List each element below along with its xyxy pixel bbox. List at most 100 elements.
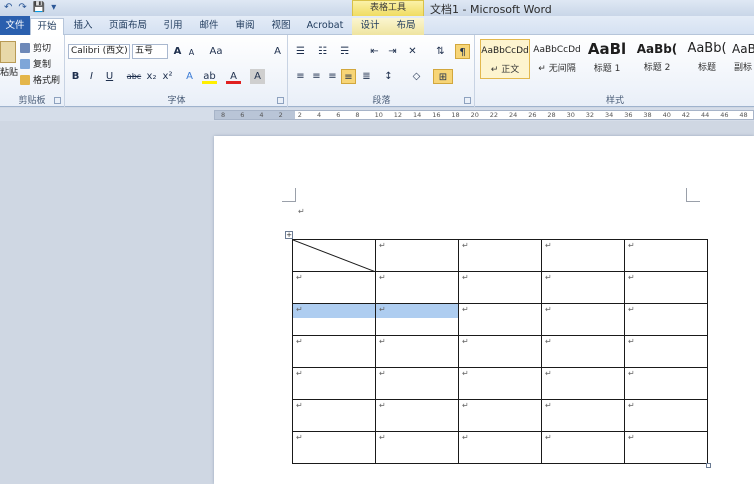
show-marks-icon[interactable]: ¶ xyxy=(455,44,470,59)
table-cell[interactable]: ↵ xyxy=(541,335,625,368)
table-cell[interactable]: ↵ xyxy=(375,367,459,400)
tab-mailings[interactable]: 邮件 xyxy=(192,18,226,35)
undo-icon[interactable]: ↶ xyxy=(4,2,12,13)
table-cell[interactable]: ↵ xyxy=(458,239,542,272)
table-cell[interactable]: ↵ xyxy=(541,431,625,464)
highlight-button[interactable]: ab xyxy=(202,69,217,84)
table-move-handle-icon[interactable]: + xyxy=(285,231,293,239)
multilevel-list-icon[interactable]: ☴ xyxy=(337,44,352,59)
table-cell[interactable]: ↵ xyxy=(375,303,459,336)
tab-table-design[interactable]: 设计 xyxy=(352,18,388,35)
table-cell[interactable]: ↵ xyxy=(624,239,708,272)
align-right-icon[interactable]: ≡ xyxy=(325,69,340,84)
align-left-icon[interactable]: ≡ xyxy=(293,69,308,84)
shrink-font-button[interactable]: A xyxy=(184,45,199,60)
table-cell[interactable]: ↵ xyxy=(541,303,625,336)
underline-button[interactable]: U xyxy=(102,69,117,84)
dialog-launcher-icon[interactable] xyxy=(277,97,284,104)
decrease-indent-icon[interactable]: ⇤ xyxy=(367,44,382,59)
table-cell[interactable]: ↵ xyxy=(624,271,708,304)
paste-button[interactable]: 粘贴 xyxy=(0,65,18,78)
table-cell[interactable]: ↵ xyxy=(458,335,542,368)
tab-table-layout[interactable]: 布局 xyxy=(388,18,424,35)
horizontal-ruler[interactable]: 8 6 4 2 2 4 6 8 10 12 14 16 18 20 22 24 26 28 30 32 34 36 38 40… xyxy=(214,110,754,120)
qat-more-icon[interactable]: ▾ xyxy=(51,2,56,13)
format-painter-button[interactable]: 格式刷 xyxy=(20,73,60,86)
tab-home[interactable]: 开始 xyxy=(30,18,64,35)
table-cell[interactable]: ↵ xyxy=(292,271,376,304)
borders-icon[interactable]: ⊞ xyxy=(433,69,453,84)
font-name-combobox[interactable]: Calibri (西文) xyxy=(68,44,130,59)
justify-icon[interactable]: ≡ xyxy=(341,69,356,84)
style-heading-1[interactable]: AaBl 标题 1 xyxy=(582,39,632,79)
bold-button[interactable]: B xyxy=(68,69,83,84)
superscript-button[interactable]: x² xyxy=(160,69,175,84)
style-heading-2[interactable]: AaBb( 标题 2 xyxy=(632,39,682,79)
tab-view[interactable]: 视图 xyxy=(264,18,298,35)
font-color-button[interactable]: A xyxy=(226,69,241,84)
table-cell[interactable]: ↵ xyxy=(541,239,625,272)
grow-font-button[interactable]: A xyxy=(170,44,185,59)
redo-icon[interactable]: ↷ xyxy=(18,2,26,13)
subscript-button[interactable]: x₂ xyxy=(144,69,159,84)
style-normal[interactable]: AaBbCcDd ↵ 正文 xyxy=(480,39,530,79)
change-case-button[interactable]: Aa xyxy=(206,44,226,59)
table-cell[interactable]: ↵ xyxy=(624,335,708,368)
table-cell[interactable]: ↵ xyxy=(292,303,376,336)
style-title[interactable]: AaBb( 标题 xyxy=(682,39,732,79)
paste-icon[interactable] xyxy=(0,41,16,63)
char-shading-button[interactable]: A xyxy=(250,69,265,84)
table-cell[interactable]: ↵ xyxy=(292,367,376,400)
table-cell[interactable]: ↵ xyxy=(541,399,625,432)
table-cell[interactable]: ↵ xyxy=(624,399,708,432)
save-icon[interactable]: 💾 xyxy=(33,2,45,13)
table-cell[interactable]: ↵ xyxy=(375,399,459,432)
table-cell[interactable]: ↵ xyxy=(458,367,542,400)
tab-insert[interactable]: 插入 xyxy=(66,18,100,35)
numbering-icon[interactable]: ☷ xyxy=(315,44,330,59)
table-cell[interactable]: ↵ xyxy=(375,239,459,272)
table-cell[interactable]: ↵ xyxy=(541,271,625,304)
document-table[interactable]: ↵ ↵ ↵ ↵ ↵ ↵ ↵ ↵ ↵ ↵ ↵ ↵ ↵ ↵ ↵ ↵ ↵ ↵ ↵ ↵ ↵ ↵ ↵ ↵ ↵ ↵ ↵ ↵ ↵ ↵ ↵ ↵ ↵ ↵ xyxy=(292,239,708,464)
table-cell[interactable]: ↵ xyxy=(624,367,708,400)
font-size-combobox[interactable]: 五号 xyxy=(132,44,168,59)
italic-button[interactable]: I xyxy=(84,69,99,84)
table-cell[interactable]: ↵ xyxy=(292,399,376,432)
table-cell[interactable]: ↵ xyxy=(375,271,459,304)
text-effects-button[interactable]: A xyxy=(182,69,197,84)
copy-button[interactable]: 复制 xyxy=(20,57,51,70)
increase-indent-icon[interactable]: ⇥ xyxy=(385,44,400,59)
table-cell[interactable]: ↵ xyxy=(375,335,459,368)
tab-references[interactable]: 引用 xyxy=(156,18,190,35)
table-cell[interactable]: ↵ xyxy=(624,303,708,336)
table-cell[interactable]: ↵ xyxy=(458,431,542,464)
shading-icon[interactable]: ◇ xyxy=(409,69,424,84)
char-border-button[interactable]: A xyxy=(270,44,285,59)
chinese-layout-icon[interactable]: ✕ xyxy=(405,44,420,59)
line-spacing-icon[interactable]: ↕ xyxy=(381,69,396,84)
dialog-launcher-icon[interactable] xyxy=(54,97,61,104)
distributed-icon[interactable]: ≣ xyxy=(359,69,374,84)
strikethrough-button[interactable]: abc xyxy=(124,69,144,84)
table-cell[interactable]: ↵ xyxy=(458,399,542,432)
align-center-icon[interactable]: ≡ xyxy=(309,69,324,84)
table-cell[interactable]: ↵ xyxy=(375,431,459,464)
table-cell[interactable]: ↵ xyxy=(541,367,625,400)
table-cell[interactable]: ↵ xyxy=(292,335,376,368)
dialog-launcher-icon[interactable] xyxy=(464,97,471,104)
tab-review[interactable]: 审阅 xyxy=(228,18,262,35)
bullets-icon[interactable]: ☰ xyxy=(293,44,308,59)
table-cell[interactable]: ↵ xyxy=(624,431,708,464)
style-subtitle[interactable]: AaB 副标 xyxy=(732,39,754,79)
sort-icon[interactable]: ⇅ xyxy=(433,44,448,59)
cut-button[interactable]: 剪切 xyxy=(20,41,51,54)
tab-page-layout[interactable]: 页面布局 xyxy=(102,18,154,35)
table-resize-handle-icon[interactable] xyxy=(706,463,711,468)
table-cell[interactable]: ↵ xyxy=(292,431,376,464)
table-cell[interactable]: ↵ xyxy=(458,303,542,336)
table-row: ↵ ↵ ↵ ↵ ↵ xyxy=(292,431,708,464)
style-no-spacing[interactable]: AaBbCcDd ↵ 无间隔 xyxy=(532,39,582,79)
tab-file[interactable]: 文件 xyxy=(0,16,30,35)
tab-acrobat[interactable]: Acrobat xyxy=(300,18,350,35)
table-cell[interactable]: ↵ xyxy=(458,271,542,304)
